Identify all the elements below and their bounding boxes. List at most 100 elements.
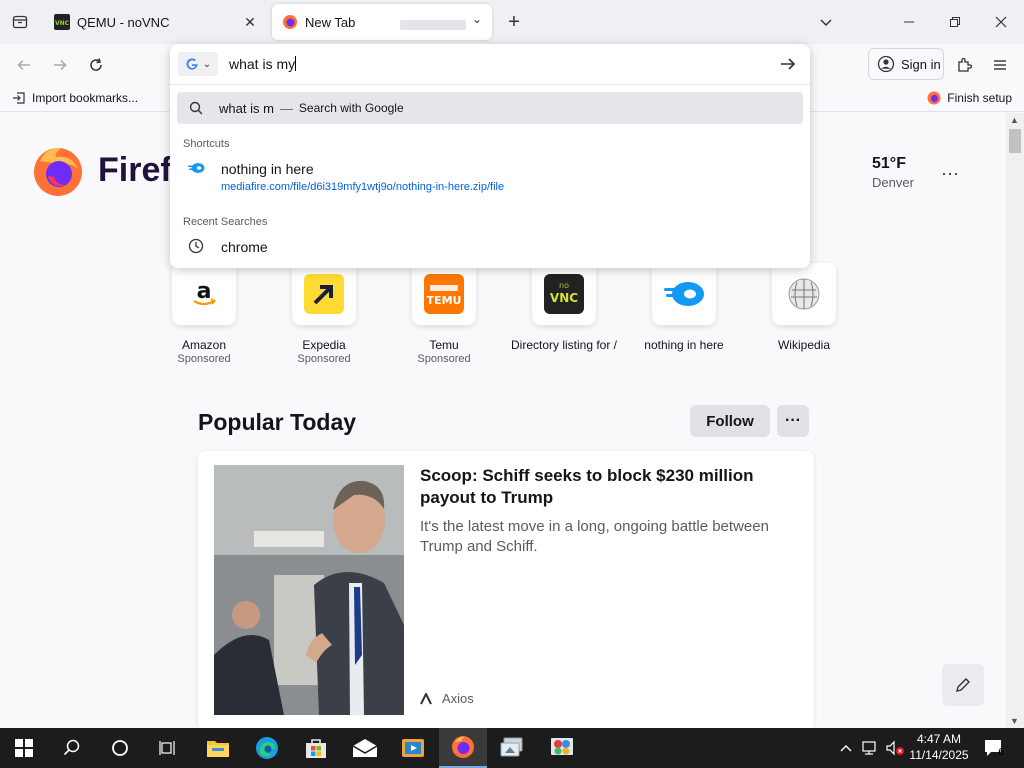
story-card[interactable]: Scoop: Schiff seeks to block $230 millio… xyxy=(198,451,814,728)
weather-more-icon[interactable]: ··· xyxy=(940,163,960,183)
story-headline[interactable]: Scoop: Schiff seeks to block $230 millio… xyxy=(420,465,800,509)
top-site-tile[interactable]: Wikipedia xyxy=(749,263,859,353)
tab-title: QEMU - noVNC xyxy=(77,14,170,30)
top-site-label: Directory listing for / xyxy=(510,338,618,352)
svg-text:a: a xyxy=(197,279,212,304)
edge-icon[interactable] xyxy=(243,728,291,768)
sign-in-button[interactable]: Sign in xyxy=(868,48,944,80)
svg-text:VNC: VNC xyxy=(55,20,70,27)
tab-new-tab[interactable]: New Tab ⌄ xyxy=(272,4,492,40)
follow-button[interactable]: Follow xyxy=(690,405,770,437)
firefox-icon xyxy=(282,14,298,30)
top-site-tile[interactable]: no VNC Directory listing for / xyxy=(509,263,619,353)
mediafire-icon xyxy=(652,263,716,325)
story-excerpt: It's the latest move in a long, ongoing … xyxy=(420,518,769,555)
sponsored-label: Sponsored xyxy=(177,353,231,365)
expedia-icon xyxy=(292,263,356,325)
top-site-label: Expedia xyxy=(302,338,346,352)
recent-search-text: chrome xyxy=(221,239,268,255)
sponsored-label: Sponsored xyxy=(417,353,471,365)
cortana-icon[interactable] xyxy=(96,728,144,768)
section-menu-icon[interactable]: ··· xyxy=(777,405,809,437)
reload-icon[interactable] xyxy=(85,54,107,76)
urlbar[interactable]: ⌄ what is my xyxy=(170,44,810,84)
back-icon[interactable] xyxy=(13,54,35,76)
extensions-icon[interactable] xyxy=(954,54,976,76)
chevron-down-icon[interactable]: ⌄ xyxy=(472,12,482,26)
tab-qemu[interactable]: VNC QEMU - noVNC ✕ xyxy=(44,4,266,40)
suggestion-separator: — xyxy=(279,100,293,116)
top-site-tile[interactable]: nothing in here xyxy=(629,263,739,353)
temu-icon: TEMU xyxy=(412,263,476,325)
novnc-icon: VNC xyxy=(54,14,70,30)
windows-start-icon[interactable] xyxy=(0,728,48,768)
windows-taskbar: 4:47 AM 11/14/2025 6 xyxy=(0,728,1024,768)
control-panel-icon[interactable] xyxy=(538,728,586,768)
scroll-down-icon[interactable]: ▼ xyxy=(1010,716,1019,726)
story-source-label: Axios xyxy=(442,691,474,706)
weather-city: Denver xyxy=(872,175,914,190)
volume-muted-icon[interactable] xyxy=(884,728,906,768)
mail-icon[interactable] xyxy=(341,728,389,768)
finish-setup-button[interactable]: Finish setup xyxy=(927,91,1012,105)
top-site-tile[interactable]: a Amazon Sponsored xyxy=(149,263,259,365)
firefox-taskbar-icon[interactable] xyxy=(439,728,487,768)
divider xyxy=(170,84,810,85)
text-caret xyxy=(295,56,297,71)
wikipedia-icon xyxy=(772,263,836,325)
top-site-tile[interactable]: Expedia Sponsored xyxy=(269,263,379,365)
chevron-down-icon: ⌄ xyxy=(202,58,212,70)
top-site-label: Wikipedia xyxy=(777,338,831,352)
close-window-icon[interactable] xyxy=(991,12,1011,32)
import-bookmarks-button[interactable]: Import bookmarks... xyxy=(12,91,138,105)
top-sites: a Amazon Sponsored Expedia Sponsored TEM… xyxy=(170,263,850,373)
story-photo xyxy=(214,465,404,715)
novnc-icon: no VNC xyxy=(532,263,596,325)
shortcut-result[interactable]: nothing in here mediafire.com/file/d6i31… xyxy=(183,158,783,198)
system-clock[interactable]: 4:47 AM 11/14/2025 xyxy=(906,731,972,763)
close-tab-icon[interactable]: ✕ xyxy=(240,12,260,32)
recent-searches-label: Recent Searches xyxy=(183,216,268,228)
recent-search-item[interactable]: chrome xyxy=(183,234,783,258)
shortcuts-group-label: Shortcuts xyxy=(183,138,230,150)
store-icon[interactable] xyxy=(292,728,340,768)
list-all-tabs-icon[interactable] xyxy=(817,13,835,31)
url-input[interactable]: what is my xyxy=(229,56,297,72)
restore-window-icon[interactable] xyxy=(945,12,965,32)
shortcut-title: nothing in here xyxy=(221,161,314,177)
search-suggestion[interactable]: what is m — Search with Google xyxy=(177,92,803,124)
search-icon[interactable] xyxy=(48,728,96,768)
task-view-icon[interactable] xyxy=(144,728,192,768)
search-engine-button[interactable]: ⌄ xyxy=(178,52,218,76)
scroll-up-icon[interactable]: ▲ xyxy=(1010,115,1019,125)
import-bookmarks-label: Import bookmarks... xyxy=(32,91,139,105)
scrollbar-thumb[interactable] xyxy=(1009,129,1021,153)
top-site-label: nothing in here xyxy=(644,338,724,352)
minimize-window-icon[interactable] xyxy=(899,12,919,32)
new-tab-button[interactable]: + xyxy=(504,12,524,32)
weather-widget[interactable]: 51°F Denver xyxy=(872,155,914,190)
svg-text:no: no xyxy=(559,281,569,290)
notifications-icon[interactable]: 6 xyxy=(980,728,1008,768)
page-scrollbar[interactable]: ▲ ▼ xyxy=(1006,113,1024,728)
sign-in-label: Sign in xyxy=(901,56,941,72)
top-site-label: Amazon xyxy=(181,338,227,352)
google-icon xyxy=(186,58,198,70)
network-icon[interactable] xyxy=(860,728,882,768)
sponsored-label: Sponsored xyxy=(297,353,351,365)
mediafire-icon xyxy=(187,161,205,173)
edit-pencil-icon[interactable] xyxy=(942,664,984,706)
file-explorer-icon[interactable] xyxy=(194,728,242,768)
account-icon xyxy=(877,55,895,73)
app-menu-icon[interactable] xyxy=(989,54,1011,76)
vm-app-icon[interactable] xyxy=(488,728,536,768)
show-hidden-icons-chevron[interactable] xyxy=(836,728,856,768)
go-arrow-icon[interactable] xyxy=(778,54,800,76)
forward-icon[interactable] xyxy=(49,54,71,76)
top-site-tile[interactable]: TEMU Temu Sponsored xyxy=(389,263,499,365)
firefox-view-icon[interactable] xyxy=(10,12,30,32)
suggestion-query: what is m xyxy=(219,100,274,116)
media-player-icon[interactable] xyxy=(389,728,437,768)
urlbar-dropdown: ⌄ what is my what is m — Search with Goo… xyxy=(170,44,810,268)
top-site-label: Temu xyxy=(429,338,459,352)
